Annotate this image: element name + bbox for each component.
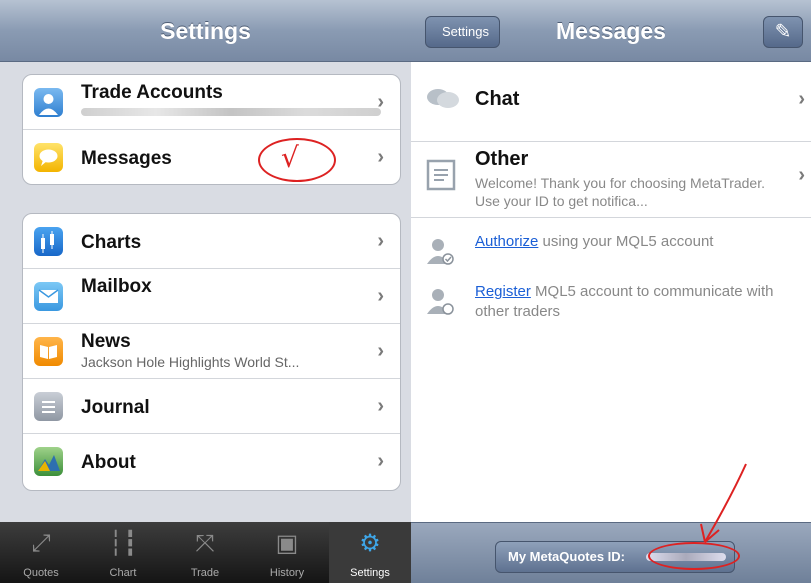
settings-group-tools: Charts › Mailbox › News Jackson Hole Hig… [22, 213, 401, 491]
chat-icon [425, 86, 461, 119]
history-icon: ▣ [275, 530, 299, 557]
chevron-right-icon: › [377, 450, 384, 472]
chevron-right-icon: › [377, 395, 384, 417]
message-icon [34, 143, 63, 172]
charts-icon [34, 227, 63, 256]
other-preview: Welcome! Thank you for choosing MetaTrad… [475, 175, 765, 209]
chevron-right-icon: › [798, 164, 805, 186]
tab-bar: ⤢ Quotes ┆┇ Chart ⤧ Trade ▣ History ⚙ Se… [0, 522, 411, 583]
mailbox-item[interactable]: Mailbox › [23, 269, 400, 324]
user-add-icon [425, 286, 457, 318]
messages-panel: Settings Messages ✎ Chat › Other Welcome… [411, 0, 811, 583]
tab-trade[interactable]: ⤧ Trade [164, 522, 246, 583]
compose-icon[interactable]: ✎ [763, 16, 803, 48]
tab-label: Chart [109, 567, 137, 579]
tab-label: Trade [190, 567, 220, 579]
tab-quotes[interactable]: ⤢ Quotes [0, 522, 82, 583]
journal-item[interactable]: Journal › [23, 379, 400, 434]
about-item[interactable]: About › [23, 434, 400, 489]
metaquotes-id-label: My MetaQuotes ID: [508, 549, 626, 564]
quotes-icon: ⤢ [31, 530, 51, 557]
settings-navbar: Settings [0, 0, 411, 62]
chat-item[interactable]: Chat › [411, 62, 811, 142]
register-text: Register MQL5 account to communicate wit… [475, 282, 795, 322]
settings-icon: ⚙ [359, 530, 381, 557]
tab-settings[interactable]: ⚙ Settings [329, 522, 411, 583]
register-link[interactable]: Register [475, 283, 531, 300]
about-icon [34, 447, 63, 476]
chevron-right-icon: › [377, 340, 384, 362]
account-number-redacted [81, 108, 381, 116]
news-item[interactable]: News Jackson Hole Highlights World St...… [23, 324, 400, 379]
messages-navbar: Settings Messages ✎ [411, 0, 811, 62]
charts-item[interactable]: Charts › [23, 214, 400, 269]
chat-label: Chat [475, 88, 520, 110]
settings-group-accounts: Trade Accounts › Messages › [22, 74, 401, 185]
authorize-link[interactable]: Authorize [475, 233, 538, 250]
authorize-desc: using your MQL5 account [538, 233, 714, 250]
authorize-text: Authorize using your MQL5 account [475, 232, 795, 252]
charts-label: Charts [81, 232, 142, 253]
chevron-right-icon: › [377, 146, 384, 168]
tab-label: Settings [350, 567, 390, 579]
trade-icon: ⤧ [195, 530, 215, 557]
messages-title: Messages [556, 18, 666, 44]
red-check-mark: √ [281, 141, 299, 174]
other-item[interactable]: Other Welcome! Thank you for choosing Me… [411, 142, 811, 218]
red-arrow-annotation [700, 463, 747, 543]
about-label: About [81, 452, 136, 473]
settings-panel: Settings Trade Accounts › Messages › √ C… [0, 0, 411, 583]
news-icon [34, 337, 63, 366]
chevron-right-icon: › [377, 285, 384, 307]
trade-accounts-item[interactable]: Trade Accounts › [23, 75, 400, 130]
chevron-right-icon: › [377, 91, 384, 113]
tab-history[interactable]: ▣ History [246, 522, 328, 583]
journal-label: Journal [81, 397, 150, 418]
tab-label: Quotes [23, 567, 59, 579]
chevron-right-icon: › [798, 88, 805, 110]
journal-icon [34, 392, 63, 421]
tab-chart[interactable]: ┆┇ Chart [82, 522, 164, 583]
chart-icon: ┆┇ [108, 530, 138, 557]
mailbox-label: Mailbox [81, 276, 152, 297]
mail-icon [34, 282, 63, 311]
document-icon [425, 158, 457, 197]
messages-label: Messages [81, 148, 172, 169]
other-label: Other [475, 148, 529, 170]
tab-label: History [269, 567, 305, 579]
trade-accounts-label: Trade Accounts [81, 82, 223, 103]
user-check-icon [425, 236, 457, 268]
app-screen: Settings Trade Accounts › Messages › √ C… [0, 0, 811, 583]
user-icon [34, 88, 63, 117]
messages-item[interactable]: Messages › [23, 130, 400, 184]
news-label: News [81, 331, 131, 352]
chevron-right-icon: › [377, 230, 384, 252]
news-headline: Jackson Hole Highlights World St... [81, 354, 300, 370]
settings-title: Settings [160, 18, 251, 44]
